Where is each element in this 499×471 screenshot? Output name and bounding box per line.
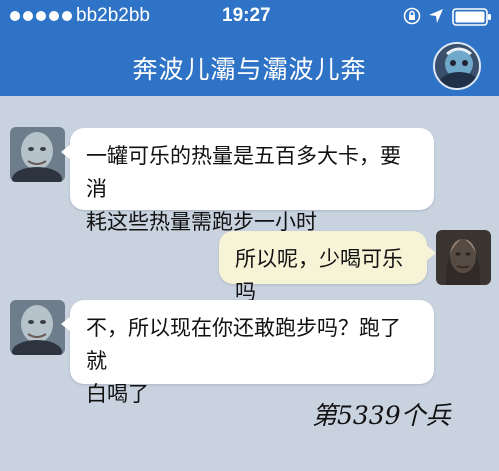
- chat-title: 奔波儿灞与灞波儿奔: [132, 55, 367, 84]
- long-hair-avatar[interactable]: [436, 230, 491, 285]
- message-bubble: 所以呢，少喝可乐吗: [219, 231, 436, 304]
- signal-strength-icon: [10, 11, 72, 21]
- profile-avatar[interactable]: [433, 42, 481, 90]
- message-text-line: 不，所以现在你还敢跑步吗？跑了就: [86, 316, 401, 373]
- message-bubble: 一罐可乐的热量是五百多大卡，要消 耗这些热量需跑步一小时: [61, 128, 434, 234]
- bald-man-avatar[interactable]: [10, 300, 65, 355]
- watermark: 第5339个兵: [312, 401, 451, 430]
- battery-icon: [452, 8, 491, 26]
- status-time: 19:27: [222, 5, 271, 26]
- carrier-name: bb2b2bb: [76, 5, 150, 26]
- status-bar: bb2b2bb 19:27: [0, 0, 499, 34]
- orientation-lock-icon: [403, 7, 421, 25]
- message-bubble: 不，所以现在你还敢跑步吗？跑了就 白喝了: [61, 300, 434, 406]
- message-text-line: 一罐可乐的热量是五百多大卡，要消: [86, 144, 401, 201]
- chat-header: 奔波儿灞与灞波儿奔: [0, 34, 499, 96]
- bald-man-avatar[interactable]: [10, 127, 65, 182]
- location-icon: [429, 9, 443, 23]
